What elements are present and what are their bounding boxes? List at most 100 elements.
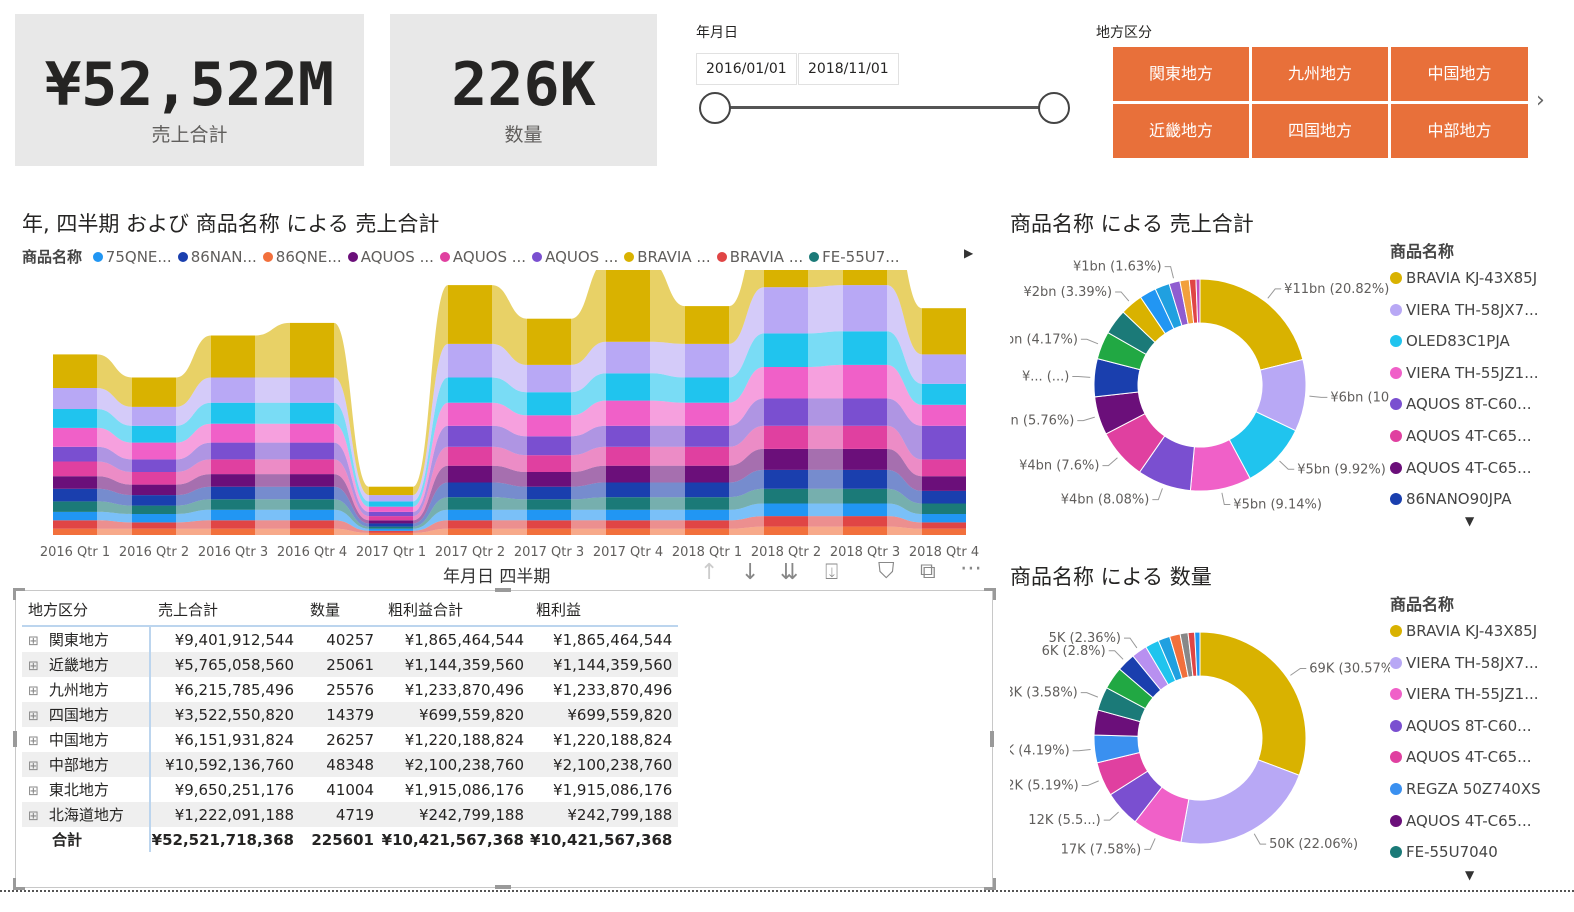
ribbon-column-segment[interactable] — [527, 364, 571, 393]
region-name-cell[interactable]: ⊞ 近畿地方 — [22, 652, 151, 677]
ribbon-column-segment[interactable] — [685, 465, 729, 483]
ribbon-column-segment[interactable] — [527, 509, 571, 521]
ribbon-band[interactable] — [255, 459, 290, 475]
ribbon-column-segment[interactable] — [53, 427, 97, 447]
expand-icon[interactable]: ⊞ — [28, 634, 39, 649]
ribbon-column-segment[interactable] — [290, 322, 334, 378]
ribbon-band[interactable] — [255, 423, 290, 443]
ribbon-column-segment[interactable] — [527, 486, 571, 500]
double-arrow-down-icon[interactable]: ⇊ — [780, 560, 798, 585]
legend-item[interactable]: BRAVIA ... — [624, 248, 711, 266]
region-name-cell[interactable]: ⊞ 四国地方 — [22, 702, 151, 727]
ribbon-band[interactable] — [650, 400, 685, 426]
ribbon-column-segment[interactable] — [606, 341, 650, 374]
ribbon-column-segment[interactable] — [448, 377, 492, 403]
ribbon-column-segment[interactable] — [369, 516, 413, 521]
ribbon-column-segment[interactable] — [685, 528, 729, 535]
ribbon-band[interactable] — [808, 331, 843, 367]
ribbon-column-segment[interactable] — [448, 402, 492, 426]
ribbon-column-segment[interactable] — [606, 270, 650, 342]
ribbon-column-segment[interactable] — [685, 425, 729, 447]
resize-handle-left[interactable] — [13, 731, 17, 747]
ribbon-column-segment[interactable] — [922, 528, 966, 535]
ribbon-band[interactable] — [255, 528, 290, 535]
ribbon-band[interactable] — [650, 270, 685, 344]
ribbon-column-segment[interactable] — [606, 425, 650, 447]
ribbon-column-segment[interactable] — [132, 406, 176, 426]
resize-corner-br[interactable] — [984, 878, 996, 890]
date-slider-handle-end[interactable] — [1038, 92, 1070, 124]
ribbon-band[interactable] — [255, 474, 290, 487]
ribbon-column-segment[interactable] — [53, 476, 97, 489]
region-tile-chubu[interactable]: 中部地方 — [1391, 104, 1528, 158]
ribbon-column-segment[interactable] — [764, 526, 808, 535]
ribbon-column-segment[interactable] — [369, 520, 413, 524]
ribbon-column-segment[interactable] — [764, 425, 808, 449]
resize-handle-bottom[interactable] — [495, 885, 511, 889]
ribbon-band[interactable] — [492, 520, 527, 529]
focus-mode-icon[interactable]: ⧉ — [920, 559, 936, 584]
ribbon-band[interactable] — [650, 425, 685, 447]
col-header-region[interactable]: 地方区分 — [22, 593, 150, 627]
legend-item[interactable]: BRAVIA ... — [716, 248, 803, 266]
ribbon-column-segment[interactable] — [290, 486, 334, 500]
ribbon-band[interactable] — [808, 488, 843, 504]
legend-item[interactable]: AQUOS 8T-C60... — [1390, 717, 1532, 735]
ribbon-band[interactable] — [650, 341, 685, 378]
ribbon-band[interactable] — [97, 528, 132, 535]
region-name-cell[interactable]: ⊞ 関東地方 — [22, 626, 151, 652]
ribbon-column-segment[interactable] — [843, 398, 887, 426]
legend-scroll-down-icon[interactable]: ▼ — [1465, 868, 1474, 882]
ribbon-column-segment[interactable] — [843, 516, 887, 527]
ribbon-column-segment[interactable] — [764, 503, 808, 517]
ribbon-column-segment[interactable] — [53, 501, 97, 512]
ribbon-column-segment[interactable] — [290, 402, 334, 424]
donut-chart-quantity[interactable]: 69K (30.57%) 50K (22.06%) 17K (7.58%) 12K (… — [1010, 603, 1390, 873]
ribbon-column-segment[interactable] — [132, 472, 176, 485]
ribbon-column-segment[interactable] — [764, 516, 808, 527]
ribbon-column-segment[interactable] — [369, 530, 413, 533]
arrow-down-icon[interactable]: ↓ — [741, 560, 759, 585]
ribbon-band[interactable] — [255, 442, 290, 460]
ribbon-band[interactable] — [808, 526, 843, 535]
ribbon-column-segment[interactable] — [290, 474, 334, 487]
region-name-cell[interactable]: ⊞ 東北地方 — [22, 777, 151, 802]
ribbon-band[interactable] — [808, 516, 843, 527]
legend-scroll-down-icon[interactable]: ▼ — [1465, 514, 1474, 528]
ribbon-column-segment[interactable] — [922, 476, 966, 491]
ribbon-column-segment[interactable] — [53, 488, 97, 502]
ribbon-column-segment[interactable] — [922, 425, 966, 460]
ribbon-column-segment[interactable] — [290, 520, 334, 529]
resize-handle-top[interactable] — [495, 588, 511, 592]
ribbon-column-segment[interactable] — [685, 497, 729, 510]
resize-handle-right[interactable] — [990, 731, 994, 747]
ribbon-column-segment[interactable] — [606, 482, 650, 498]
ribbon-column-segment[interactable] — [527, 318, 571, 365]
ribbon-column-segment[interactable] — [922, 308, 966, 355]
ribbon-column-segment[interactable] — [211, 402, 255, 424]
ribbon-column-segment[interactable] — [53, 461, 97, 477]
ribbon-band[interactable] — [255, 486, 290, 500]
date-end-input[interactable]: 2018/11/01 — [798, 53, 899, 85]
ribbon-column-segment[interactable] — [211, 528, 255, 535]
ribbon-column-segment[interactable] — [448, 425, 492, 447]
ribbon-column-segment[interactable] — [606, 520, 650, 529]
kpi-card-quantity[interactable]: 226K 数量 — [390, 14, 657, 166]
ribbon-band[interactable] — [808, 448, 843, 470]
ribbon-band[interactable] — [808, 285, 843, 334]
ribbon-column-segment[interactable] — [764, 333, 808, 367]
ribbon-column-segment[interactable] — [764, 469, 808, 489]
legend-item[interactable]: AQUOS 4T-C65... — [1390, 459, 1532, 477]
legend-item[interactable]: BRAVIA KJ-43X85J — [1390, 622, 1537, 640]
ribbon-column-segment[interactable] — [290, 528, 334, 535]
ribbon-column-segment[interactable] — [527, 472, 571, 487]
ribbon-column-segment[interactable] — [843, 469, 887, 489]
ribbon-column-segment[interactable] — [685, 482, 729, 498]
ribbon-column-segment[interactable] — [448, 520, 492, 529]
ribbon-band[interactable] — [808, 398, 843, 426]
ribbon-column-segment[interactable] — [132, 495, 176, 506]
legend-next-icon[interactable]: ▶ — [964, 246, 973, 260]
ribbon-column-segment[interactable] — [53, 409, 97, 428]
ribbon-column-segment[interactable] — [290, 459, 334, 475]
expand-icon[interactable]: ⊞ — [28, 809, 39, 824]
